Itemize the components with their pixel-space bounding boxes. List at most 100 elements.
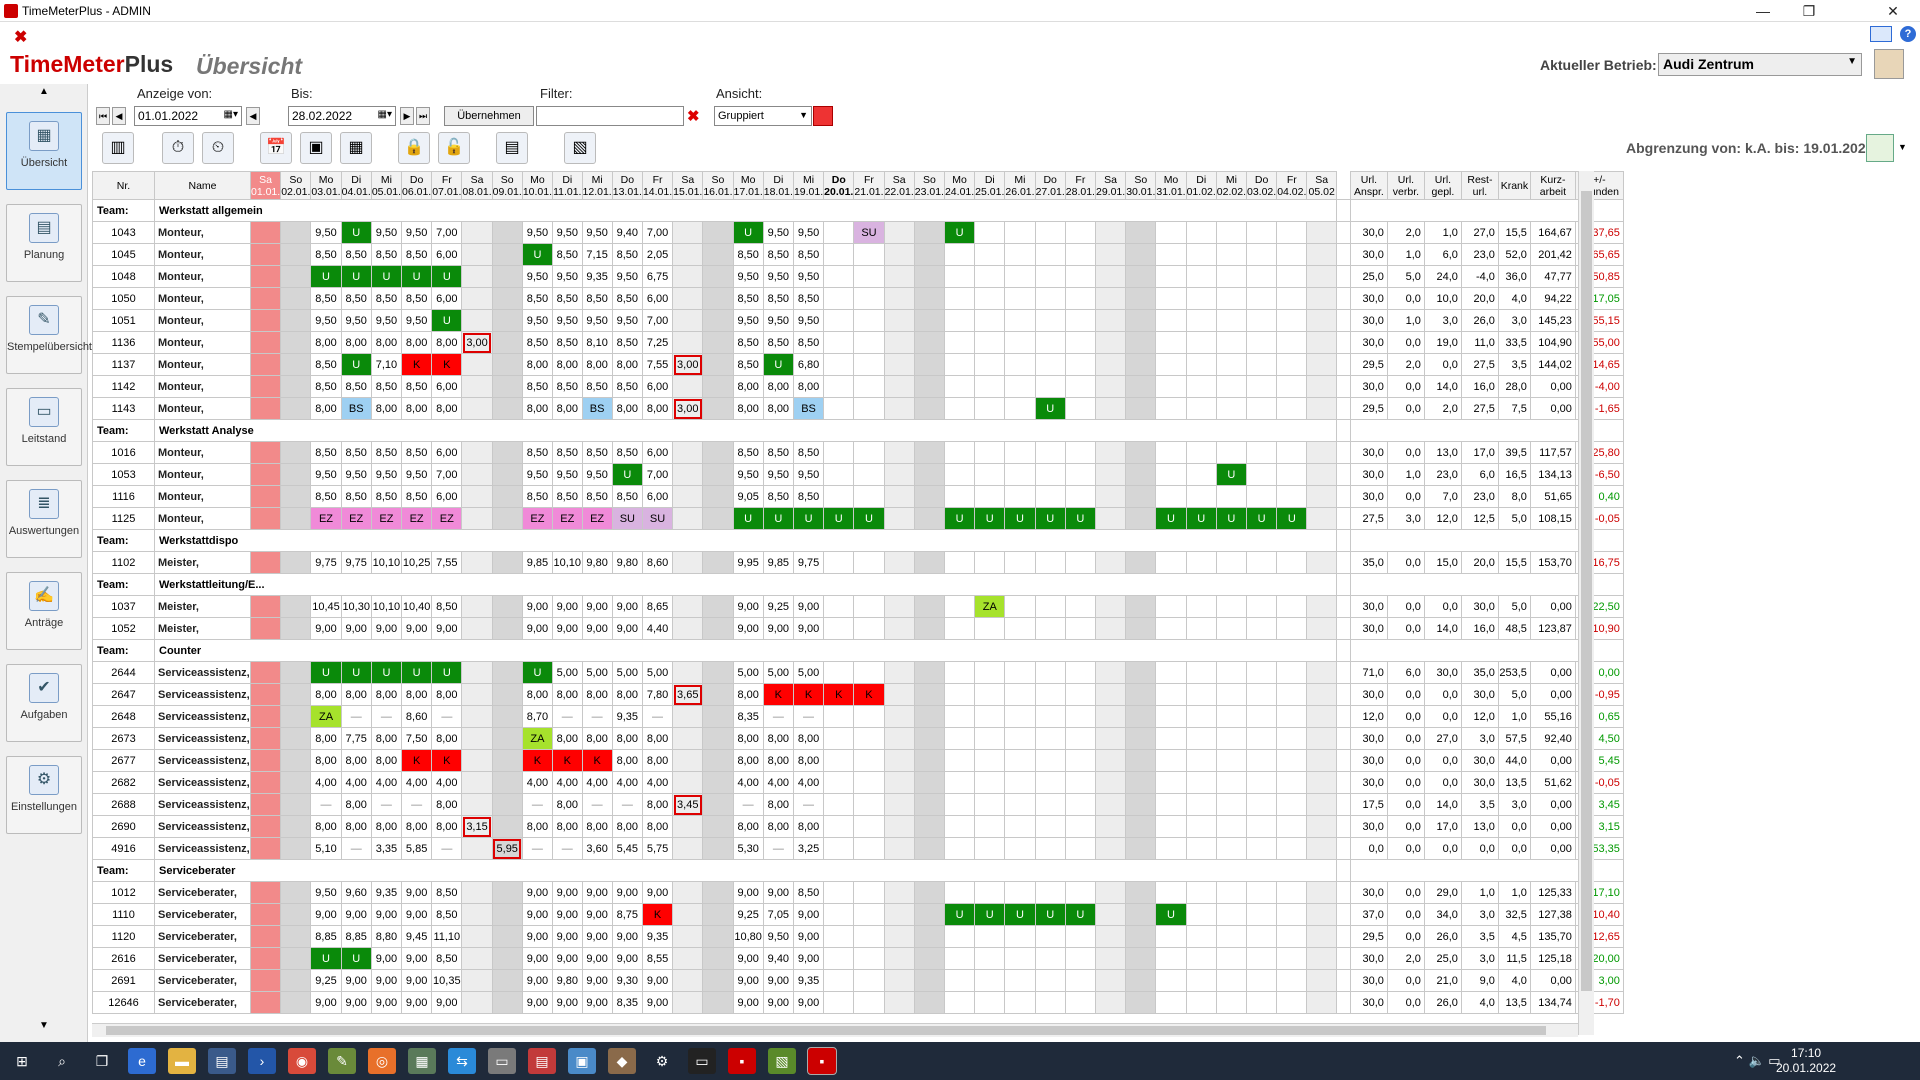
day-cell[interactable] bbox=[913, 551, 945, 574]
search-icon[interactable]: ⌕ bbox=[48, 1048, 76, 1074]
day-cell[interactable]: 8,00 bbox=[370, 727, 403, 750]
day-cell[interactable] bbox=[249, 837, 282, 860]
day-cell[interactable] bbox=[461, 243, 493, 266]
day-cell[interactable]: U bbox=[943, 221, 976, 244]
day-cell[interactable] bbox=[280, 265, 312, 288]
day-cell[interactable] bbox=[672, 265, 704, 288]
day-cell[interactable]: 9,35 bbox=[581, 265, 613, 288]
day-cell[interactable] bbox=[1306, 705, 1337, 728]
day-cell[interactable]: 9,00 bbox=[792, 595, 825, 618]
day-cell[interactable]: K bbox=[641, 903, 674, 926]
day-cell[interactable] bbox=[1125, 705, 1157, 728]
day-cell[interactable] bbox=[280, 463, 312, 486]
day-cell[interactable] bbox=[702, 309, 734, 332]
employee-nr[interactable]: 1016 bbox=[92, 441, 155, 464]
day-cell[interactable]: K bbox=[762, 683, 794, 706]
day-cell[interactable] bbox=[913, 661, 945, 684]
day-cell[interactable] bbox=[280, 375, 312, 398]
day-cell[interactable]: 8,00 bbox=[641, 749, 674, 772]
employee-nr[interactable]: 2648 bbox=[92, 705, 155, 728]
day-cell[interactable] bbox=[280, 397, 312, 420]
day-cell[interactable]: U bbox=[370, 265, 403, 288]
day-cell[interactable] bbox=[1064, 331, 1096, 354]
header-day[interactable]: Do 27.01. bbox=[1034, 171, 1066, 200]
day-cell[interactable] bbox=[249, 683, 282, 706]
day-cell[interactable]: 9,00 bbox=[401, 991, 433, 1014]
day-cell[interactable] bbox=[1185, 881, 1217, 904]
day-cell[interactable]: 8,75 bbox=[611, 903, 643, 926]
header-day[interactable]: So 30.01. bbox=[1125, 171, 1157, 200]
day-cell[interactable] bbox=[1185, 485, 1217, 508]
header-day[interactable]: Fr 04.02. bbox=[1276, 171, 1308, 200]
lock-icon[interactable]: 🔒 bbox=[398, 132, 430, 164]
day-cell[interactable]: 9,00 bbox=[581, 991, 613, 1014]
day-cell[interactable] bbox=[943, 815, 976, 838]
employee-name[interactable]: Serviceassistenz, bbox=[154, 749, 251, 772]
day-cell[interactable]: U bbox=[1276, 507, 1308, 530]
day-cell[interactable] bbox=[1306, 331, 1337, 354]
day-cell[interactable]: 8,50 bbox=[611, 375, 643, 398]
day-cell[interactable] bbox=[1094, 617, 1127, 640]
day-cell[interactable]: 11,10 bbox=[431, 925, 463, 948]
day-cell[interactable] bbox=[1306, 485, 1337, 508]
day-cell[interactable] bbox=[853, 969, 885, 992]
day-cell[interactable] bbox=[974, 771, 1006, 794]
day-cell[interactable] bbox=[974, 925, 1006, 948]
day-cell[interactable]: 9,00 bbox=[641, 881, 674, 904]
day-cell[interactable] bbox=[1064, 243, 1096, 266]
employee-nr[interactable]: 1048 bbox=[92, 265, 155, 288]
day-cell[interactable] bbox=[823, 969, 855, 992]
day-cell[interactable] bbox=[1306, 441, 1337, 464]
day-cell[interactable] bbox=[491, 749, 523, 772]
day-cell[interactable] bbox=[461, 925, 493, 948]
day-cell[interactable] bbox=[1185, 705, 1217, 728]
clock-remove-icon[interactable]: ⏲ bbox=[202, 132, 234, 164]
employee-name[interactable]: Meister, bbox=[154, 595, 251, 618]
sidebar-item-antraege[interactable]: ✍ Anträge bbox=[6, 572, 82, 650]
day-cell[interactable] bbox=[1125, 991, 1157, 1014]
day-cell[interactable] bbox=[1306, 881, 1337, 904]
day-cell[interactable] bbox=[1064, 947, 1096, 970]
day-cell[interactable] bbox=[1125, 749, 1157, 772]
sidebar-item-leitstand[interactable]: ▭ Leitstand bbox=[6, 388, 82, 466]
day-cell[interactable]: 9,00 bbox=[792, 617, 825, 640]
table-row[interactable]: 2690 Serviceassistenz, 8,00 8,00 8,00 8,00 8,0… bbox=[92, 815, 1624, 838]
day-cell[interactable] bbox=[1064, 375, 1096, 398]
day-cell[interactable]: 8,00 bbox=[310, 683, 342, 706]
day-cell[interactable] bbox=[249, 551, 282, 574]
day-cell[interactable]: 5,00 bbox=[732, 661, 764, 684]
day-cell[interactable] bbox=[1245, 441, 1278, 464]
day-cell[interactable] bbox=[461, 485, 493, 508]
day-cell[interactable] bbox=[280, 353, 312, 376]
day-cell[interactable] bbox=[1245, 463, 1278, 486]
day-cell[interactable]: 9,00 bbox=[552, 881, 583, 904]
day-cell[interactable]: 8,50 bbox=[762, 331, 794, 354]
day-cell[interactable]: U bbox=[1155, 507, 1187, 530]
employee-name[interactable]: Serviceberater, bbox=[154, 881, 251, 904]
day-cell[interactable]: 3,00 bbox=[672, 397, 704, 420]
day-cell[interactable] bbox=[1306, 595, 1337, 618]
day-cell[interactable]: — bbox=[521, 793, 554, 816]
day-cell[interactable]: 9,00 bbox=[431, 991, 463, 1014]
day-cell[interactable] bbox=[1034, 881, 1066, 904]
day-cell[interactable] bbox=[672, 727, 704, 750]
day-cell[interactable] bbox=[672, 749, 704, 772]
day-cell[interactable]: 8,70 bbox=[521, 705, 554, 728]
day-cell[interactable] bbox=[1276, 705, 1308, 728]
day-cell[interactable] bbox=[1064, 969, 1096, 992]
table-row[interactable]: 1142 Monteur, 8,50 8,50 8,50 8,50 6,00 8,50 8,50… bbox=[92, 375, 1624, 398]
day-cell[interactable] bbox=[1215, 793, 1248, 816]
day-cell[interactable]: 9,80 bbox=[552, 969, 583, 992]
day-cell[interactable] bbox=[1185, 397, 1217, 420]
day-cell[interactable] bbox=[1306, 265, 1337, 288]
day-cell[interactable] bbox=[1094, 705, 1127, 728]
day-cell[interactable] bbox=[702, 815, 734, 838]
day-cell[interactable] bbox=[1094, 815, 1127, 838]
day-cell[interactable] bbox=[913, 683, 945, 706]
day-cell[interactable]: 8,00 bbox=[732, 749, 764, 772]
day-cell[interactable] bbox=[913, 353, 945, 376]
day-cell[interactable] bbox=[1034, 375, 1066, 398]
day-cell[interactable] bbox=[853, 705, 885, 728]
day-cell[interactable] bbox=[913, 903, 945, 926]
day-cell[interactable]: 9,50 bbox=[611, 265, 643, 288]
